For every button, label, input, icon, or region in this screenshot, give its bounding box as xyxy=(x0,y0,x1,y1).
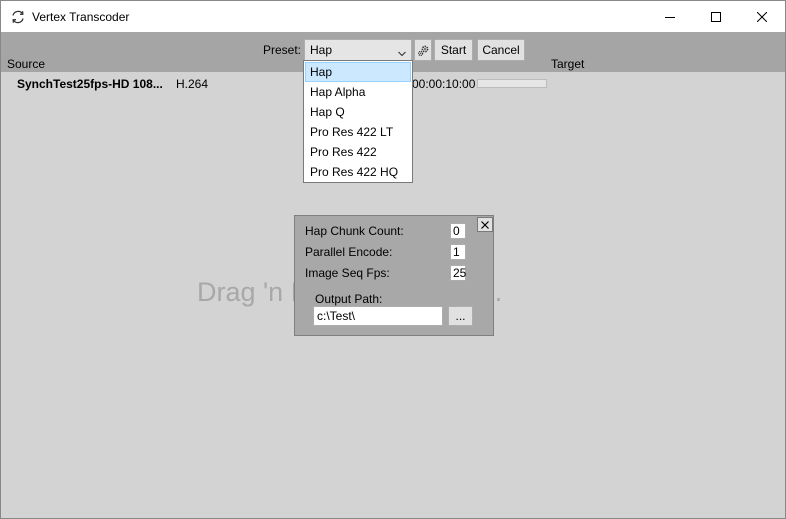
image-seq-fps-label: Image Seq Fps: xyxy=(305,266,390,280)
column-header-target: Target xyxy=(551,57,585,71)
chunk-count-label: Hap Chunk Count: xyxy=(305,224,404,238)
preset-settings-button[interactable] xyxy=(414,39,432,61)
cancel-button[interactable]: Cancel xyxy=(477,39,525,61)
output-path-input[interactable]: c:\Test\ xyxy=(313,306,443,326)
close-icon xyxy=(757,11,767,22)
job-progress-bar xyxy=(477,79,547,88)
job-duration: 00:00:10:00 xyxy=(412,77,476,91)
title-bar[interactable]: Vertex Transcoder xyxy=(1,1,785,32)
preset-selected-value: Hap xyxy=(310,43,333,57)
dropdown-option[interactable]: Hap xyxy=(305,62,411,82)
start-button[interactable]: Start xyxy=(434,39,473,61)
preset-label: Preset: xyxy=(263,43,302,57)
gear-icon xyxy=(417,45,428,56)
dropdown-option[interactable]: Pro Res 422 xyxy=(305,142,411,162)
settings-close-button[interactable] xyxy=(477,217,493,232)
close-window-button[interactable] xyxy=(739,1,785,32)
dropdown-option[interactable]: Hap Q xyxy=(305,102,411,122)
parallel-encode-field[interactable]: 1 xyxy=(450,244,466,260)
chevron-down-icon xyxy=(398,46,406,60)
dropdown-option[interactable]: Pro Res 422 LT xyxy=(305,122,411,142)
browse-button[interactable]: ... xyxy=(448,306,473,326)
image-seq-fps-field[interactable]: 25 xyxy=(450,265,466,281)
column-header-source: Source xyxy=(7,57,46,71)
settings-popup: Hap Chunk Count: 0 Parallel Encode: 1 Im… xyxy=(294,215,494,336)
maximize-button[interactable] xyxy=(693,1,739,32)
close-icon xyxy=(481,220,489,229)
job-source-name: SynchTest25fps-HD 108... xyxy=(17,77,163,91)
minimize-icon xyxy=(665,16,675,18)
maximize-icon xyxy=(711,11,721,22)
refresh-icon xyxy=(10,9,26,25)
parallel-encode-label: Parallel Encode: xyxy=(305,245,393,259)
window-title: Vertex Transcoder xyxy=(32,10,130,24)
chunk-count-field[interactable]: 0 xyxy=(450,223,466,239)
preset-combobox[interactable]: Hap xyxy=(304,39,412,61)
job-codec: H.264 xyxy=(176,77,209,91)
preset-dropdown-list[interactable]: Hap Hap Alpha Hap Q Pro Res 422 LT Pro Res 4… xyxy=(303,60,413,183)
minimize-button[interactable] xyxy=(647,1,693,32)
output-path-label: Output Path: xyxy=(315,292,383,306)
app-window: Vertex Transcoder Preset: Hap Start Canc… xyxy=(0,0,786,519)
dropdown-option[interactable]: Pro Res 422 HQ xyxy=(305,162,411,182)
dropdown-option[interactable]: Hap Alpha xyxy=(305,82,411,102)
